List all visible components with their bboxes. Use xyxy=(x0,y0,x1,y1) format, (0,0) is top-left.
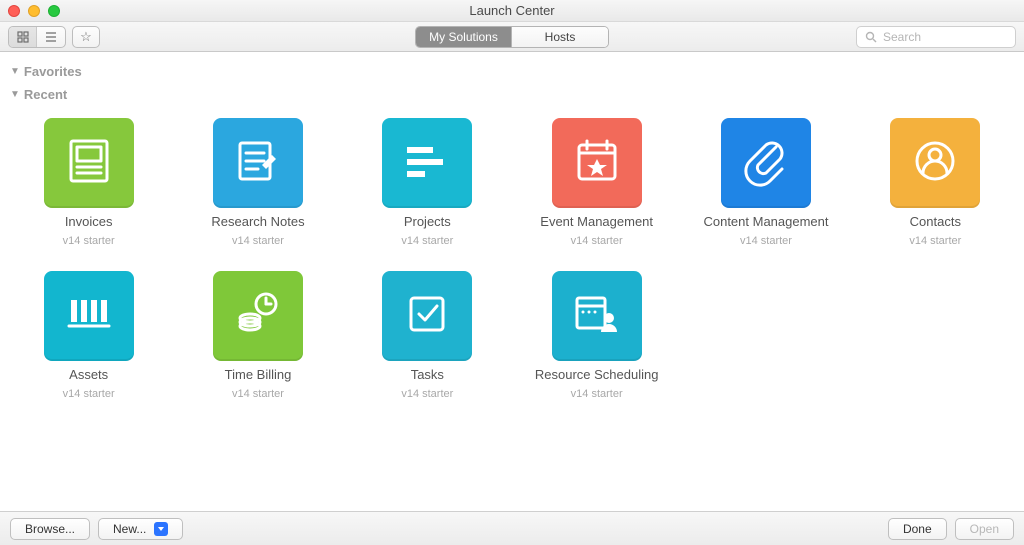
list-icon xyxy=(45,31,57,43)
resource-icon xyxy=(569,286,625,347)
solution-title: Resource Scheduling xyxy=(535,367,659,382)
toolbar: ☆ My Solutions Hosts xyxy=(0,22,1024,52)
solution-card[interactable]: Assets v14 starter xyxy=(6,265,171,406)
solution-card[interactable]: Invoices v14 starter xyxy=(6,112,171,253)
solution-tile xyxy=(44,118,134,208)
new-button[interactable]: New... xyxy=(98,518,183,540)
solution-subtitle: v14 starter xyxy=(740,235,792,247)
new-button-label: New... xyxy=(113,522,146,536)
solution-title: Invoices xyxy=(65,214,113,229)
solution-subtitle: v14 starter xyxy=(232,235,284,247)
solution-subtitle: v14 starter xyxy=(909,235,961,247)
solution-card[interactable]: Research Notes v14 starter xyxy=(175,112,340,253)
grid-view-button[interactable] xyxy=(9,27,37,47)
close-window-button[interactable] xyxy=(8,5,20,17)
solution-tile xyxy=(552,271,642,361)
content-area: ▼ Favorites ▼ Recent Invoices v14 starter… xyxy=(0,52,1024,511)
recent-section-header[interactable]: ▼ Recent xyxy=(6,85,1018,108)
solution-title: Event Management xyxy=(540,214,653,229)
solution-tile xyxy=(213,271,303,361)
assets-icon xyxy=(61,286,117,347)
bottom-bar: Browse... New... Done Open xyxy=(0,511,1024,545)
favorites-label: Favorites xyxy=(24,64,82,79)
disclosure-triangle-icon: ▼ xyxy=(10,89,20,100)
open-button[interactable]: Open xyxy=(955,518,1014,540)
done-button[interactable]: Done xyxy=(888,518,947,540)
event-icon xyxy=(569,133,625,194)
disclosure-triangle-icon: ▼ xyxy=(10,66,20,77)
solution-subtitle: v14 starter xyxy=(232,388,284,400)
tab-my-solutions[interactable]: My Solutions xyxy=(416,27,512,47)
solution-subtitle: v14 starter xyxy=(63,388,115,400)
tasks-icon xyxy=(399,286,455,347)
solution-card[interactable]: Resource Scheduling v14 starter xyxy=(514,265,679,406)
solution-tile xyxy=(382,271,472,361)
invoice-icon xyxy=(61,133,117,194)
recent-label: Recent xyxy=(24,87,67,102)
solution-card[interactable]: Projects v14 starter xyxy=(345,112,510,253)
solution-tile xyxy=(721,118,811,208)
list-view-button[interactable] xyxy=(37,27,65,47)
minimize-window-button[interactable] xyxy=(28,5,40,17)
solution-title: Research Notes xyxy=(211,214,304,229)
dropdown-chevron-icon xyxy=(154,522,168,536)
solution-title: Projects xyxy=(404,214,451,229)
solution-card[interactable]: Time Billing v14 starter xyxy=(175,265,340,406)
window-title: Launch Center xyxy=(0,3,1024,18)
solution-card[interactable]: Tasks v14 starter xyxy=(345,265,510,406)
solution-card[interactable]: Content Management v14 starter xyxy=(683,112,848,253)
solution-subtitle: v14 starter xyxy=(401,235,453,247)
star-icon: ☆ xyxy=(80,29,92,45)
time-icon xyxy=(230,286,286,347)
browse-button[interactable]: Browse... xyxy=(10,518,90,540)
window-controls xyxy=(8,5,60,17)
solution-subtitle: v14 starter xyxy=(571,388,623,400)
search-icon xyxy=(865,31,877,43)
favorites-toggle-button[interactable]: ☆ xyxy=(72,26,100,48)
solution-tile xyxy=(382,118,472,208)
favorites-section-header[interactable]: ▼ Favorites xyxy=(6,62,1018,85)
search-field[interactable] xyxy=(856,26,1016,48)
solution-subtitle: v14 starter xyxy=(401,388,453,400)
solution-tile xyxy=(213,118,303,208)
segmented-control: My Solutions Hosts xyxy=(415,26,609,48)
contact-icon xyxy=(907,133,963,194)
solution-title: Assets xyxy=(69,367,108,382)
solution-tile xyxy=(890,118,980,208)
maximize-window-button[interactable] xyxy=(48,5,60,17)
clip-icon xyxy=(738,133,794,194)
notes-icon xyxy=(230,133,286,194)
solution-title: Contacts xyxy=(910,214,961,229)
solution-title: Tasks xyxy=(411,367,444,382)
solution-card[interactable]: Event Management v14 starter xyxy=(514,112,679,253)
view-toggle xyxy=(8,26,66,48)
search-input[interactable] xyxy=(883,30,1007,44)
recent-grid: Invoices v14 starter Research Notes v14 sta… xyxy=(6,108,1018,422)
solution-tile xyxy=(44,271,134,361)
solution-subtitle: v14 starter xyxy=(571,235,623,247)
projects-icon xyxy=(399,133,455,194)
solution-title: Content Management xyxy=(703,214,828,229)
titlebar: Launch Center xyxy=(0,0,1024,22)
tab-hosts[interactable]: Hosts xyxy=(512,27,608,47)
solution-card[interactable]: Contacts v14 starter xyxy=(853,112,1018,253)
solution-subtitle: v14 starter xyxy=(63,235,115,247)
grid-icon xyxy=(17,31,29,43)
solution-title: Time Billing xyxy=(225,367,292,382)
solution-tile xyxy=(552,118,642,208)
